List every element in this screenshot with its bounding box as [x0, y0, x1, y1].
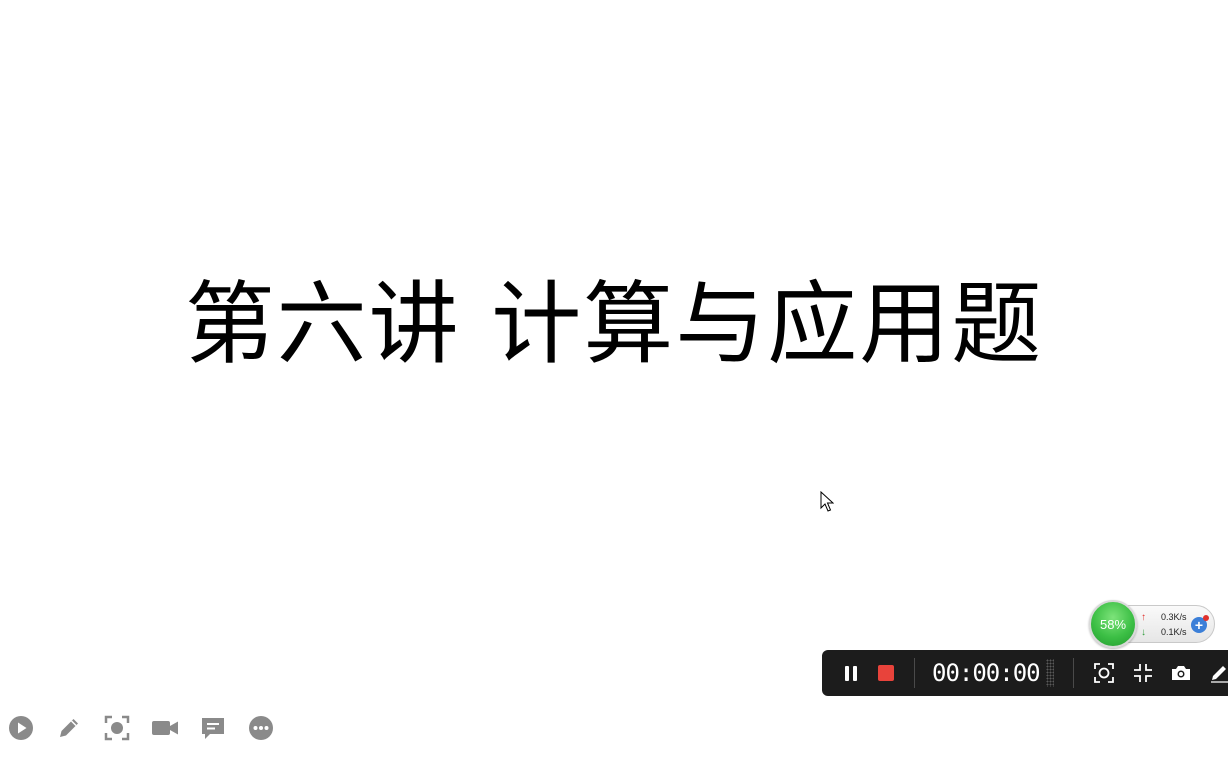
memory-usage-ball[interactable]: 58%: [1089, 600, 1137, 648]
region-capture-button[interactable]: [1089, 658, 1119, 688]
mouse-cursor-icon: [820, 491, 834, 512]
more-icon: [249, 716, 273, 740]
recording-timer: 00:00:00: [932, 659, 1041, 687]
comment-button[interactable]: [198, 713, 228, 743]
stop-icon: [878, 665, 894, 681]
shrink-button[interactable]: [1128, 658, 1158, 688]
region-capture-icon: [1094, 663, 1114, 683]
toolbar-divider: [1073, 658, 1074, 688]
slide-title: 第六讲 计算与应用题: [184, 272, 1044, 377]
play-button[interactable]: [6, 713, 36, 743]
pen-icon: [1211, 666, 1228, 683]
shrink-icon: [1134, 664, 1152, 682]
video-button[interactable]: [150, 713, 180, 743]
recording-toolbar: 00:00:00: [822, 650, 1228, 696]
upload-speed: 0.3K/s: [1161, 612, 1187, 622]
pause-icon: [845, 665, 849, 681]
network-monitor-widget[interactable]: 58% ↑ 0.3K/s ↓ 0.1K/s +: [1089, 600, 1216, 648]
download-arrow-icon: ↓: [1141, 626, 1146, 638]
video-camera-icon: [152, 721, 178, 735]
focus-icon: [104, 715, 130, 741]
presenter-toolbar: [6, 712, 294, 744]
pen-icon: [60, 719, 78, 737]
play-icon: [9, 716, 33, 740]
upload-arrow-icon: ↑: [1141, 611, 1146, 623]
upload-speed-row: ↑ 0.3K/s: [1141, 611, 1187, 623]
download-speed-row: ↓ 0.1K/s: [1141, 626, 1187, 638]
drag-handle[interactable]: [1046, 659, 1054, 687]
pen-button[interactable]: [54, 713, 84, 743]
annotate-button[interactable]: [1204, 658, 1228, 688]
camera-icon: [1172, 666, 1190, 680]
screenshot-button[interactable]: [1166, 658, 1196, 688]
more-button[interactable]: [246, 713, 276, 743]
pause-button[interactable]: [836, 658, 866, 688]
focus-button[interactable]: [102, 713, 132, 743]
toolbar-divider: [914, 658, 915, 688]
comment-icon: [202, 718, 224, 739]
download-speed: 0.1K/s: [1161, 627, 1187, 637]
notification-dot: [1203, 615, 1209, 621]
pause-icon-bar: [853, 665, 857, 681]
stop-button[interactable]: [871, 658, 901, 688]
